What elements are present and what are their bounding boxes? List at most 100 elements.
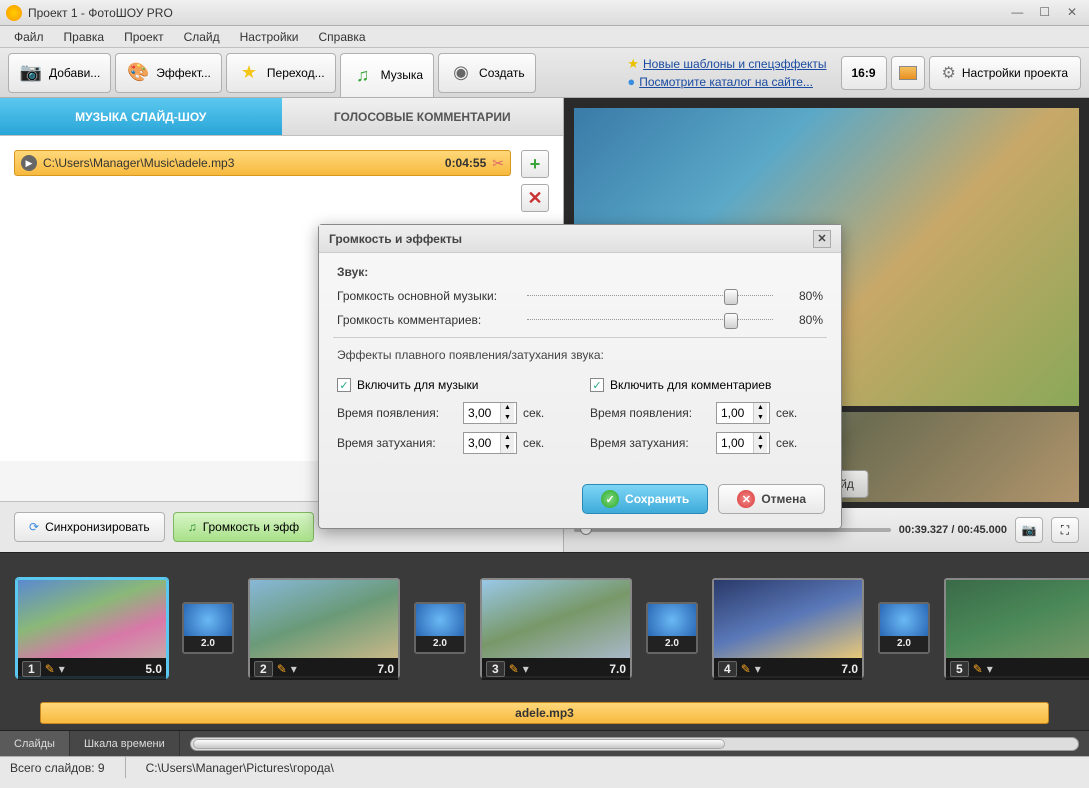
slide-duration: 7.0 — [609, 662, 626, 676]
pencil-icon[interactable]: ✎ — [277, 662, 287, 676]
transitions-button[interactable]: ★ Переход... — [226, 53, 336, 93]
music-fadeout-input[interactable] — [464, 436, 500, 450]
pencil-icon[interactable]: ✎ — [509, 662, 519, 676]
comments-volume-slider[interactable] — [527, 313, 773, 327]
music-fadein-input[interactable] — [464, 406, 500, 420]
toolbar: 📷 Добави... 🎨 Эффект... ★ Переход... ♫ М… — [0, 48, 1089, 98]
project-settings-button[interactable]: ⚙ Настройки проекта — [929, 56, 1081, 90]
menu-help[interactable]: Справка — [308, 27, 375, 47]
slide-2[interactable]: 2 ✎ ▾ 7.0 — [248, 578, 400, 678]
dialog-close-button[interactable]: ✕ — [813, 230, 831, 248]
snapshot-button[interactable]: 📷 — [1015, 517, 1043, 543]
music-fadein-spinner[interactable]: ▲▼ — [463, 402, 517, 424]
sync-button[interactable]: ⟳ Синхронизировать — [14, 512, 165, 542]
music-volume-value: 80% — [783, 289, 823, 303]
create-button[interactable]: ◉ Создать — [438, 53, 536, 93]
settings-label: Настройки проекта — [962, 66, 1068, 80]
chevron-down-icon[interactable]: ▾ — [59, 662, 65, 676]
image-icon — [899, 66, 917, 80]
comments-fadein-spinner[interactable]: ▲▼ — [716, 402, 770, 424]
chevron-down-icon[interactable]: ▾ — [755, 662, 761, 676]
spinner-up-icon[interactable]: ▲ — [500, 403, 514, 413]
tab-timescale[interactable]: Шкала времени — [70, 731, 180, 756]
tab-slides[interactable]: Слайды — [0, 731, 70, 756]
spinner-up-icon[interactable]: ▲ — [500, 433, 514, 443]
spinner-down-icon[interactable]: ▼ — [753, 413, 767, 423]
menu-project[interactable]: Проект — [114, 27, 174, 47]
menu-settings[interactable]: Настройки — [230, 27, 309, 47]
music-volume-slider[interactable] — [527, 289, 773, 303]
scissors-icon[interactable]: ✂ — [492, 155, 504, 172]
chevron-down-icon[interactable]: ▾ — [523, 662, 529, 676]
music-fade-checkbox[interactable]: ✓ — [337, 378, 351, 392]
comments-fade-checkbox[interactable]: ✓ — [590, 378, 604, 392]
link-templates[interactable]: Новые шаблоны и спецэффекты — [643, 57, 827, 71]
transition-1[interactable]: 2.0 — [182, 602, 234, 654]
fadein-label: Время появления: — [590, 406, 710, 420]
comments-fade-checkbox-row: ✓ Включить для комментариев — [590, 378, 823, 392]
cancel-button[interactable]: ✕ Отмена — [718, 484, 825, 514]
comments-fadeout-spinner[interactable]: ▲▼ — [716, 432, 770, 454]
link-catalog[interactable]: Посмотрите каталог на сайте... — [639, 75, 813, 89]
menubar: Файл Правка Проект Слайд Настройки Справ… — [0, 26, 1089, 48]
spinner-up-icon[interactable]: ▲ — [753, 433, 767, 443]
horizontal-scrollbar[interactable] — [190, 737, 1079, 751]
scrollbar-thumb[interactable] — [193, 739, 725, 749]
fullscreen-button[interactable]: ⛶ — [1051, 517, 1079, 543]
transitions-label: Переход... — [267, 66, 325, 80]
spinner-up-icon[interactable]: ▲ — [753, 403, 767, 413]
thumbnail-button[interactable] — [891, 56, 925, 90]
maximize-button[interactable]: ☐ — [1034, 5, 1056, 21]
slide-3[interactable]: 3 ✎ ▾ 7.0 — [480, 578, 632, 678]
slide-info-bar: 1 ✎ ▾ 5.0 — [18, 658, 166, 680]
chevron-down-icon[interactable]: ▾ — [291, 662, 297, 676]
dialog-title: Громкость и эффекты — [329, 232, 813, 246]
pencil-icon[interactable]: ✎ — [45, 662, 55, 676]
effects-button[interactable]: 🎨 Эффект... — [115, 53, 222, 93]
add-track-button[interactable]: + — [521, 150, 549, 178]
unit-label: сек. — [523, 436, 544, 450]
transition-4[interactable]: 2.0 — [878, 602, 930, 654]
spinner-down-icon[interactable]: ▼ — [500, 413, 514, 423]
music-fade-label: Включить для музыки — [357, 378, 478, 392]
save-button[interactable]: ✓ Сохранить — [582, 484, 708, 514]
tab-music[interactable]: МУЗЫКА СЛАЙД-ШОУ — [0, 98, 282, 136]
menu-edit[interactable]: Правка — [54, 27, 115, 47]
remove-track-button[interactable]: ✕ — [521, 184, 549, 212]
volume-effects-button[interactable]: ♫ Громкость и эфф — [173, 512, 314, 542]
spinner-down-icon[interactable]: ▼ — [500, 443, 514, 453]
pencil-icon[interactable]: ✎ — [973, 662, 983, 676]
unit-label: сек. — [776, 406, 797, 420]
minimize-button[interactable]: — — [1006, 5, 1028, 21]
slide-4[interactable]: 4 ✎ ▾ 7.0 — [712, 578, 864, 678]
play-icon[interactable]: ▶ — [21, 155, 37, 171]
music-volume-label: Громкость основной музыки: — [337, 289, 517, 303]
menu-slide[interactable]: Слайд — [174, 27, 230, 47]
comments-fade-label: Включить для комментариев — [610, 378, 771, 392]
comments-fadeout-input[interactable] — [717, 436, 753, 450]
tab-voice[interactable]: ГОЛОСОВЫЕ КОММЕНТАРИИ — [282, 98, 564, 136]
slider-handle[interactable] — [724, 289, 738, 305]
chevron-down-icon[interactable]: ▾ — [987, 662, 993, 676]
add-button[interactable]: 📷 Добави... — [8, 53, 111, 93]
timeline[interactable]: 1 ✎ ▾ 5.0 2.0 2 ✎ ▾ 7.0 2.0 3 ✎ ▾ 7.0 — [0, 552, 1089, 702]
aspect-ratio-button[interactable]: 16:9 — [841, 56, 887, 90]
music-label: Музыка — [381, 68, 423, 82]
transition-2[interactable]: 2.0 — [414, 602, 466, 654]
close-button[interactable]: ✕ — [1061, 5, 1083, 21]
status-slide-count: Всего слайдов: 9 — [10, 757, 126, 778]
slide-1[interactable]: 1 ✎ ▾ 5.0 — [16, 578, 168, 678]
music-fadeout-spinner[interactable]: ▲▼ — [463, 432, 517, 454]
slider-handle[interactable] — [724, 313, 738, 329]
pencil-icon[interactable]: ✎ — [741, 662, 751, 676]
timeline-music-track[interactable]: adele.mp3 — [40, 702, 1049, 724]
track-row[interactable]: ▶ C:\Users\Manager\Music\adele.mp3 0:04:… — [14, 150, 511, 176]
spinner-down-icon[interactable]: ▼ — [753, 443, 767, 453]
menu-file[interactable]: Файл — [4, 27, 54, 47]
slide-5[interactable]: 5 ✎ ▾ — [944, 578, 1089, 678]
music-button[interactable]: ♫ Музыка — [340, 53, 434, 97]
comments-fadein-input[interactable] — [717, 406, 753, 420]
transition-3[interactable]: 2.0 — [646, 602, 698, 654]
slide-number: 3 — [486, 661, 505, 677]
palette-icon: 🎨 — [126, 61, 150, 85]
